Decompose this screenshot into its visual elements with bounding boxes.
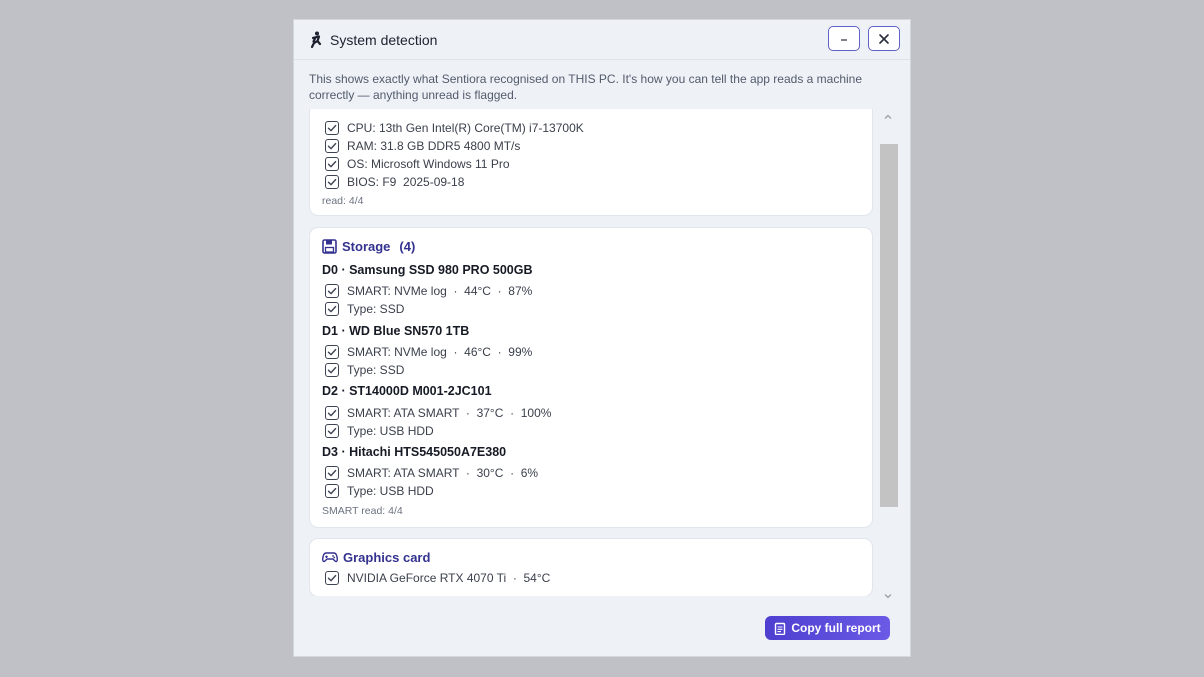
drive-type-text: Type: USB HDD	[347, 484, 434, 498]
system-detection-window: System detection This shows exactly what…	[293, 19, 911, 657]
system-row-bios: BIOS: F9 2025-09-18	[325, 174, 464, 190]
drive-name: D2 · ST14000D M001-2JC101	[322, 384, 492, 398]
checkbox-checked-icon	[325, 139, 339, 153]
scrollbar-thumb[interactable]	[880, 144, 898, 507]
drive-type-row: Type: SSD	[325, 362, 404, 378]
copy-full-report-button[interactable]: Copy full report	[765, 616, 890, 640]
close-button[interactable]	[868, 26, 900, 51]
drive-smart-text: SMART: NVMe log · 46°C · 99%	[347, 345, 533, 359]
drive-type-text: Type: SSD	[347, 363, 405, 377]
gpu-row: NVIDIA GeForce RTX 4070 Ti · 54°C	[325, 570, 550, 586]
drive-name: D3 · Hitachi HTS545050A7E380	[322, 445, 507, 459]
drive-type-text: Type: SSD	[347, 302, 405, 316]
checkbox-checked-icon	[325, 406, 339, 420]
checkbox-checked-icon	[325, 571, 339, 585]
system-card: CPU: 13th Gen Intel(R) Core(TM) i7-13700…	[309, 109, 873, 216]
storage-heading: Storage (4)	[322, 237, 415, 255]
storage-count: (4)	[399, 238, 416, 254]
system-row-text: OS: Microsoft Windows 11 Pro	[347, 157, 510, 171]
minimize-icon	[841, 38, 847, 41]
minimize-button[interactable]	[828, 26, 860, 51]
drive-smart-row: SMART: ATA SMART · 37°C · 100%	[325, 405, 551, 421]
drive-smart-text: SMART: ATA SMART · 30°C · 6%	[347, 466, 539, 480]
graphics-title: Graphics card	[343, 549, 431, 565]
system-row-text: CPU: 13th Gen Intel(R) Core(TM) i7-13700…	[347, 121, 584, 135]
storage-card: Storage (4) D0 · Samsung SSD 980 PRO 500…	[309, 227, 873, 528]
checkbox-checked-icon	[325, 284, 339, 298]
clipboard-icon	[775, 622, 786, 635]
checkbox-checked-icon	[325, 466, 339, 480]
checkbox-checked-icon	[325, 175, 339, 189]
drive-smart-text: SMART: ATA SMART · 37°C · 100%	[347, 406, 552, 420]
drive-type-text: Type: USB HDD	[347, 424, 434, 438]
drive-smart-row: SMART: NVMe log · 46°C · 99%	[325, 344, 532, 360]
checkbox-checked-icon	[325, 345, 339, 359]
checkbox-checked-icon	[325, 424, 339, 438]
scroll-up-icon[interactable]	[883, 112, 893, 122]
drive-name: D0 · Samsung SSD 980 PRO 500GB	[322, 263, 533, 277]
storage-read-count: SMART read: 4/4	[322, 505, 403, 517]
drive-name: D1 · WD Blue SN570 1TB	[322, 324, 470, 338]
drive-type-row: Type: USB HDD	[325, 483, 434, 499]
detection-scroll-area[interactable]: CPU: 13th Gen Intel(R) Core(TM) i7-13700…	[294, 109, 910, 596]
runner-icon	[310, 31, 322, 49]
system-row-cpu: CPU: 13th Gen Intel(R) Core(TM) i7-13700…	[325, 120, 584, 136]
graphics-heading: Graphics card	[322, 548, 430, 566]
floppy-disk-icon	[322, 238, 337, 254]
window-title: System detection	[330, 32, 438, 48]
gpu-row-text: NVIDIA GeForce RTX 4070 Ti · 54°C	[347, 571, 551, 585]
checkbox-checked-icon	[325, 484, 339, 498]
checkbox-checked-icon	[325, 363, 339, 377]
system-row-ram: RAM: 31.8 GB DDR5 4800 MT/s	[325, 138, 520, 154]
description-text: This shows exactly what Sentiora recogni…	[309, 72, 863, 102]
checkbox-checked-icon	[325, 121, 339, 135]
checkbox-checked-icon	[325, 157, 339, 171]
drive-type-row: Type: USB HDD	[325, 423, 434, 439]
close-icon	[879, 33, 889, 44]
storage-title: Storage	[342, 238, 391, 254]
graphics-card: Graphics card NVIDIA GeForce RTX 4070 Ti…	[309, 538, 873, 596]
system-row-text: BIOS: F9 2025-09-18	[347, 175, 465, 189]
system-row-os: OS: Microsoft Windows 11 Pro	[325, 156, 510, 172]
gamepad-icon	[322, 552, 338, 563]
drive-smart-row: SMART: ATA SMART · 30°C · 6%	[325, 465, 538, 481]
title-bar: System detection	[294, 20, 910, 60]
system-read-count: read: 4/4	[322, 195, 364, 207]
checkbox-checked-icon	[325, 302, 339, 316]
scroll-down-icon[interactable]	[883, 591, 893, 601]
drive-smart-text: SMART: NVMe log · 44°C · 87%	[347, 284, 533, 298]
system-row-text: RAM: 31.8 GB DDR5 4800 MT/s	[347, 139, 521, 153]
copy-button-label: Copy full report	[791, 621, 881, 635]
drive-type-row: Type: SSD	[325, 301, 404, 317]
drive-smart-row: SMART: NVMe log · 44°C · 87%	[325, 283, 532, 299]
